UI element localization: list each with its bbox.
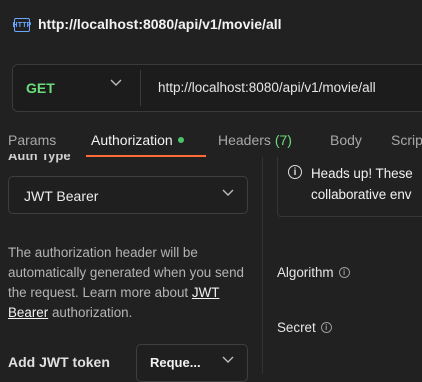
http-icon: HTTP (12, 18, 31, 32)
tab-authorization-label: Authorization (91, 132, 173, 148)
method-select[interactable]: GET (26, 80, 55, 96)
tab-params[interactable]: Params (8, 132, 56, 148)
active-tab-indicator (86, 155, 206, 157)
chevron-down-icon[interactable] (222, 353, 234, 367)
tab-headers[interactable]: Headers (7) (218, 132, 292, 148)
request-title[interactable]: http://localhost:8080/api/v1/movie/all (38, 16, 282, 32)
secret-label: Secret i (277, 320, 332, 335)
algorithm-label: Algorithm i (277, 265, 350, 280)
notice-text-line1: Heads up! These (311, 166, 413, 181)
url-divider (140, 70, 141, 106)
chevron-down-icon[interactable] (110, 76, 124, 96)
notice-text-line2: collaborative env (311, 187, 412, 202)
headers-count: (7) (274, 132, 292, 148)
tab-headers-label: Headers (218, 132, 271, 148)
tab-authorization[interactable]: Authorization (91, 132, 184, 148)
panel-divider (262, 157, 263, 374)
tab-scripts[interactable]: Scrip (391, 132, 422, 148)
info-icon[interactable]: i (320, 321, 332, 333)
auth-type-label: Auth Type (8, 154, 71, 163)
auth-info-text: The authorization header will be automat… (8, 245, 244, 320)
status-dot (177, 137, 184, 144)
token-location-value: Reque... (150, 355, 201, 370)
add-jwt-token-label: Add JWT token (8, 354, 110, 370)
tab-body[interactable]: Body (330, 132, 362, 148)
info-icon: i (288, 165, 302, 179)
url-input[interactable]: http://localhost:8080/api/v1/movie/all (158, 80, 376, 95)
auth-type-value: JWT Bearer (24, 188, 99, 204)
info-icon[interactable]: i (338, 266, 350, 278)
chevron-down-icon[interactable] (222, 186, 234, 200)
